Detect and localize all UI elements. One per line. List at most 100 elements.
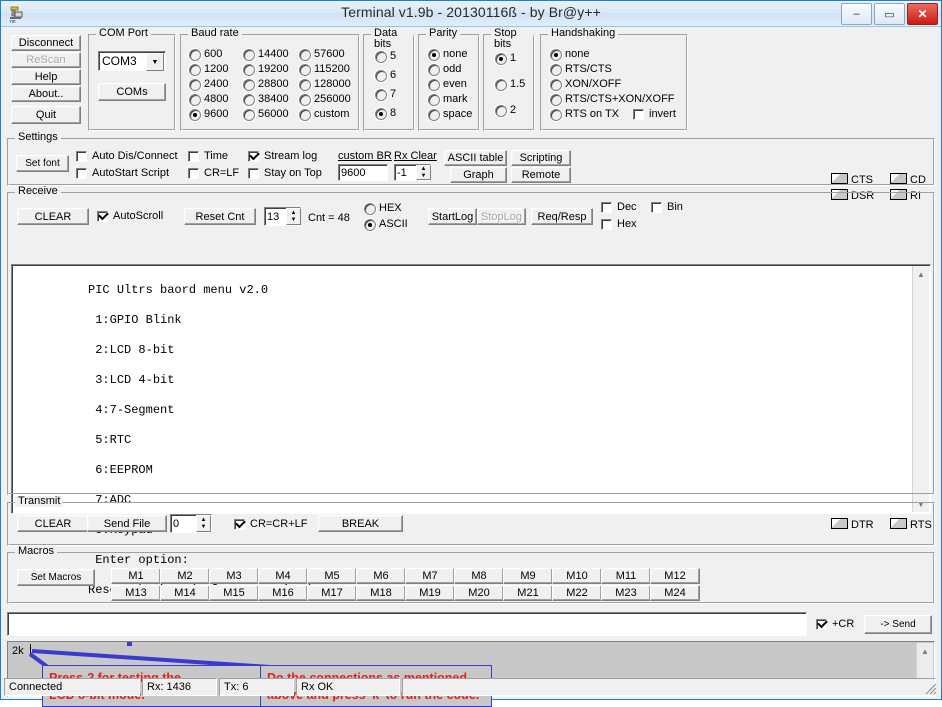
com-port-select[interactable]: COM3 ▼ — [98, 51, 166, 71]
baud-4800[interactable]: 4800 — [189, 93, 228, 106]
macro-button-m4[interactable]: M4 — [258, 568, 308, 584]
baud-256000[interactable]: 256000 — [299, 93, 351, 106]
spinner-down-icon[interactable]: ▼ — [417, 173, 430, 180]
spinner-down-icon[interactable]: ▼ — [287, 217, 300, 225]
data-bits-5[interactable]: 5 — [375, 50, 396, 63]
disconnect-button[interactable]: Disconnect — [11, 35, 81, 51]
custom-br-input[interactable]: 9600 — [338, 164, 388, 181]
macro-button-m19[interactable]: M19 — [405, 585, 455, 601]
baud-57600[interactable]: 57600 — [299, 48, 345, 61]
baud-28800[interactable]: 28800 — [243, 78, 289, 91]
macro-button-m16[interactable]: M16 — [258, 585, 308, 601]
macro-button-m7[interactable]: M7 — [405, 568, 455, 584]
rts-lamp-icon[interactable] — [890, 518, 907, 529]
cnt-spinner[interactable]: ▲ ▼ — [286, 208, 301, 225]
macro-button-m18[interactable]: M18 — [356, 585, 406, 601]
scroll-up-icon[interactable]: ▲ — [917, 643, 933, 659]
plus-cr-checkbox[interactable]: +CR — [816, 618, 854, 631]
baud-1200[interactable]: 1200 — [189, 63, 228, 76]
close-button[interactable]: ✕ — [907, 3, 938, 25]
maximize-button[interactable]: ▭ — [874, 3, 905, 25]
macro-button-m23[interactable]: M23 — [601, 585, 651, 601]
baud-128000[interactable]: 128000 — [299, 78, 351, 91]
reset-cnt-button[interactable]: Reset Cnt — [184, 208, 256, 225]
macro-button-m1[interactable]: M1 — [111, 568, 161, 584]
macro-button-m6[interactable]: M6 — [356, 568, 406, 584]
dtr-indicator[interactable]: DTR — [831, 518, 874, 531]
stop-bits-1[interactable]: 1 — [495, 52, 516, 65]
parity-mark[interactable]: mark — [428, 93, 467, 106]
handshake-rts-on-tx[interactable]: RTS on TX — [550, 108, 619, 121]
help-button[interactable]: Help — [11, 69, 81, 85]
macro-button-m22[interactable]: M22 — [552, 585, 602, 601]
terminal-scrollbar[interactable]: ▲ ▼ — [912, 266, 929, 512]
stop-bits-1-5[interactable]: 1.5 — [495, 78, 525, 91]
rx-clear-spinner[interactable]: ▲ ▼ — [416, 165, 431, 180]
macro-button-m13[interactable]: M13 — [111, 585, 161, 601]
autoscroll-checkbox[interactable]: AutoScroll — [97, 210, 163, 223]
remote-button[interactable]: Remote — [511, 167, 571, 183]
parity-even[interactable]: even — [428, 78, 467, 91]
terminal-output[interactable]: PIC Ultrs baord menu v2.0 1:GPIO Blink 2… — [11, 264, 931, 659]
invert-checkbox[interactable]: invert — [633, 108, 676, 121]
macro-button-m10[interactable]: M10 — [552, 568, 602, 584]
macro-button-m24[interactable]: M24 — [650, 585, 700, 601]
data-bits-6[interactable]: 6 — [375, 69, 396, 82]
send-file-button[interactable]: Send File — [87, 515, 167, 532]
rts-indicator[interactable]: RTS — [890, 518, 932, 531]
parity-odd[interactable]: odd — [428, 63, 461, 76]
scroll-up-icon[interactable]: ▲ — [913, 266, 929, 282]
ascii-radio[interactable]: ASCII — [364, 218, 408, 231]
baud-9600[interactable]: 9600 — [189, 108, 228, 121]
parity-space[interactable]: space — [428, 108, 472, 121]
chevron-down-icon[interactable]: ▼ — [146, 53, 164, 71]
startlog-button[interactable]: StartLog — [428, 208, 477, 225]
req-resp-button[interactable]: Req/Resp — [531, 208, 593, 225]
macro-button-m17[interactable]: M17 — [307, 585, 357, 601]
macro-button-m3[interactable]: M3 — [209, 568, 259, 584]
scripting-button[interactable]: Scripting — [511, 150, 571, 166]
cr-lf-checkbox[interactable]: CR=LF — [188, 167, 239, 180]
about-button[interactable]: About.. — [11, 86, 81, 102]
macro-button-m12[interactable]: M12 — [650, 568, 700, 584]
macro-button-m21[interactable]: M21 — [503, 585, 553, 601]
transmit-clear-button[interactable]: CLEAR — [17, 515, 89, 532]
cr-crlf-checkbox[interactable]: CR=CR+LF — [234, 518, 307, 531]
data-bits-8[interactable]: 8 — [375, 107, 396, 120]
send-input[interactable] — [7, 612, 807, 636]
macro-button-m8[interactable]: M8 — [454, 568, 504, 584]
macro-button-m9[interactable]: M9 — [503, 568, 553, 584]
spinner-up-icon[interactable]: ▲ — [287, 209, 300, 217]
handshake-none[interactable]: none — [550, 48, 589, 61]
handshake-rts-cts-xon-xoff[interactable]: RTS/CTS+XON/XOFF — [550, 93, 675, 106]
autostart-script-checkbox[interactable]: AutoStart Script — [76, 167, 169, 180]
handshake-xon-xoff[interactable]: XON/XOFF — [550, 78, 621, 91]
macro-button-m15[interactable]: M15 — [209, 585, 259, 601]
hex-checkbox[interactable]: Hex — [601, 218, 637, 231]
baud-19200[interactable]: 19200 — [243, 63, 289, 76]
baud-14400[interactable]: 14400 — [243, 48, 289, 61]
dtr-lamp-icon[interactable] — [831, 518, 848, 529]
minimize-button[interactable]: – — [841, 3, 872, 25]
dec-checkbox[interactable]: Dec — [601, 201, 637, 214]
baud-600[interactable]: 600 — [189, 48, 222, 61]
set-macros-button[interactable]: Set Macros — [17, 569, 95, 586]
baud-56000[interactable]: 56000 — [243, 108, 289, 121]
ascii-table-button[interactable]: ASCII table — [444, 150, 507, 166]
spinner-down-icon[interactable]: ▼ — [197, 524, 210, 532]
baud-115200[interactable]: 115200 — [299, 63, 350, 76]
coms-button[interactable]: COMs — [98, 83, 166, 101]
macro-button-m11[interactable]: M11 — [601, 568, 651, 584]
data-bits-7[interactable]: 7 — [375, 88, 396, 101]
handshake-rts-cts[interactable]: RTS/CTS — [550, 63, 612, 76]
transmit-delay-spinner[interactable]: ▲ ▼ — [196, 515, 211, 532]
stay-on-top-checkbox[interactable]: Stay on Top — [248, 167, 322, 180]
baud-38400[interactable]: 38400 — [243, 93, 289, 106]
spinner-up-icon[interactable]: ▲ — [197, 516, 210, 524]
quit-button[interactable]: Quit — [11, 106, 81, 124]
receive-clear-button[interactable]: CLEAR — [17, 208, 89, 225]
baud-2400[interactable]: 2400 — [189, 78, 228, 91]
auto-dis-connect-checkbox[interactable]: Auto Dis/Connect — [76, 150, 178, 163]
time-checkbox[interactable]: Time — [188, 150, 228, 163]
send-button[interactable]: -> Send — [864, 615, 932, 634]
